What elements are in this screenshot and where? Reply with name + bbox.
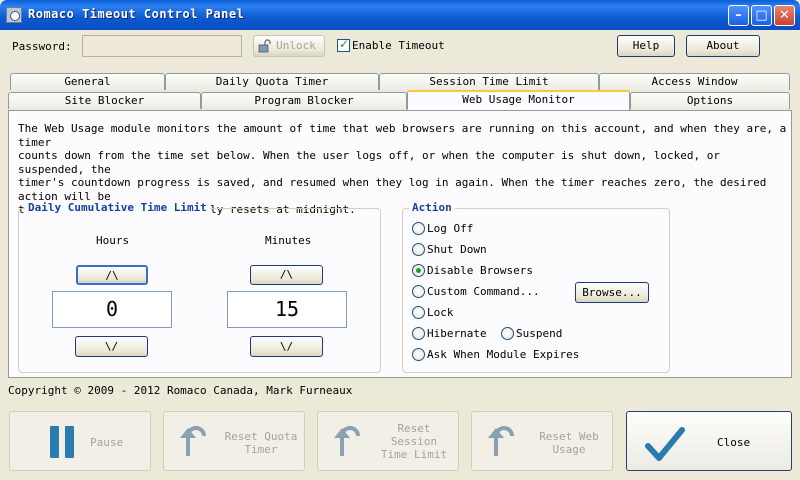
radio-shut-down[interactable] xyxy=(412,243,425,256)
disable-browsers-label[interactable]: Disable Browsers xyxy=(427,264,533,277)
tab-web-usage-monitor[interactable]: Web Usage Monitor xyxy=(407,90,630,110)
reset-session-time-limit-button[interactable]: Reset Session Time Limit xyxy=(317,411,459,471)
ask-when-expires-label[interactable]: Ask When Module Expires xyxy=(427,348,579,361)
enable-timeout-label[interactable]: Enable Timeout xyxy=(352,39,445,52)
help-button[interactable]: Help xyxy=(617,35,675,57)
radio-hibernate[interactable] xyxy=(412,327,425,340)
about-button[interactable]: About xyxy=(686,35,760,57)
radio-lock[interactable] xyxy=(412,306,425,319)
daily-limit-title: Daily Cumulative Time Limit xyxy=(25,201,210,214)
custom-command-label[interactable]: Custom Command... xyxy=(427,285,540,298)
tab-daily-quota-timer[interactable]: Daily Quota Timer xyxy=(165,73,379,90)
minutes-down-button[interactable]: \/ xyxy=(250,336,323,357)
tab-general[interactable]: General xyxy=(10,73,165,90)
pause-label: Pause xyxy=(90,436,124,449)
minutes-label: Minutes xyxy=(265,234,312,247)
enable-timeout-checkbox[interactable] xyxy=(337,37,350,52)
hours-label: Hours xyxy=(96,234,130,247)
minutes-value[interactable]: 15 xyxy=(227,291,347,328)
reset-arrow-icon xyxy=(488,426,514,456)
radio-suspend[interactable] xyxy=(501,327,514,340)
tab-program-blocker[interactable]: Program Blocker xyxy=(201,92,407,109)
reset-session-label: Reset Session Time Limit xyxy=(380,422,448,461)
app-icon xyxy=(6,7,22,23)
password-input[interactable] xyxy=(82,35,242,57)
hours-up-button[interactable]: /\ xyxy=(76,265,148,285)
radio-disable-browsers[interactable] xyxy=(412,264,425,277)
close-window-button[interactable]: ✕ xyxy=(774,5,795,26)
lock-label[interactable]: Lock xyxy=(427,306,454,319)
hibernate-label[interactable]: Hibernate xyxy=(427,327,487,340)
unlock-button[interactable]: Unlock xyxy=(253,35,325,57)
window-title: Romaco Timeout Control Panel xyxy=(28,7,245,21)
radio-log-off[interactable] xyxy=(412,222,425,235)
pause-icon xyxy=(50,426,74,458)
copyright-text: Copyright © 2009 - 2012 Romaco Canada, M… xyxy=(8,384,353,397)
browse-button[interactable]: Browse... xyxy=(575,282,649,303)
hours-value[interactable]: 0 xyxy=(52,291,172,328)
reset-web-label: Reset Web Usage xyxy=(539,430,599,456)
suspend-label[interactable]: Suspend xyxy=(516,327,562,340)
checkmark-icon xyxy=(645,427,685,461)
radio-ask-when-expires[interactable] xyxy=(412,348,425,361)
minimize-button[interactable]: – xyxy=(728,5,749,26)
shut-down-label[interactable]: Shut Down xyxy=(427,243,487,256)
close-button[interactable]: Close xyxy=(626,411,792,471)
unlock-icon xyxy=(258,39,271,53)
reset-arrow-icon xyxy=(180,426,206,456)
reset-arrow-icon xyxy=(334,426,360,456)
tab-session-time-limit[interactable]: Session Time Limit xyxy=(379,73,599,90)
title-bar: Romaco Timeout Control Panel – □ ✕ xyxy=(0,0,800,30)
unlock-label: Unlock xyxy=(276,39,316,52)
tab-options[interactable]: Options xyxy=(630,92,790,109)
pause-button[interactable]: Pause xyxy=(9,411,151,471)
action-title: Action xyxy=(409,201,455,214)
maximize-button[interactable]: □ xyxy=(751,5,772,26)
tab-access-window[interactable]: Access Window xyxy=(599,73,790,90)
tab-site-blocker[interactable]: Site Blocker xyxy=(8,92,201,109)
hours-down-button[interactable]: \/ xyxy=(75,336,148,357)
reset-web-usage-button[interactable]: Reset Web Usage xyxy=(471,411,613,471)
reset-quota-label: Reset Quota Timer xyxy=(224,430,298,456)
log-off-label[interactable]: Log Off xyxy=(427,222,473,235)
radio-custom-command[interactable] xyxy=(412,285,425,298)
minutes-up-button[interactable]: /\ xyxy=(250,265,323,285)
reset-quota-timer-button[interactable]: Reset Quota Timer xyxy=(163,411,305,471)
password-label: Password: xyxy=(12,40,72,53)
close-label: Close xyxy=(717,436,751,449)
